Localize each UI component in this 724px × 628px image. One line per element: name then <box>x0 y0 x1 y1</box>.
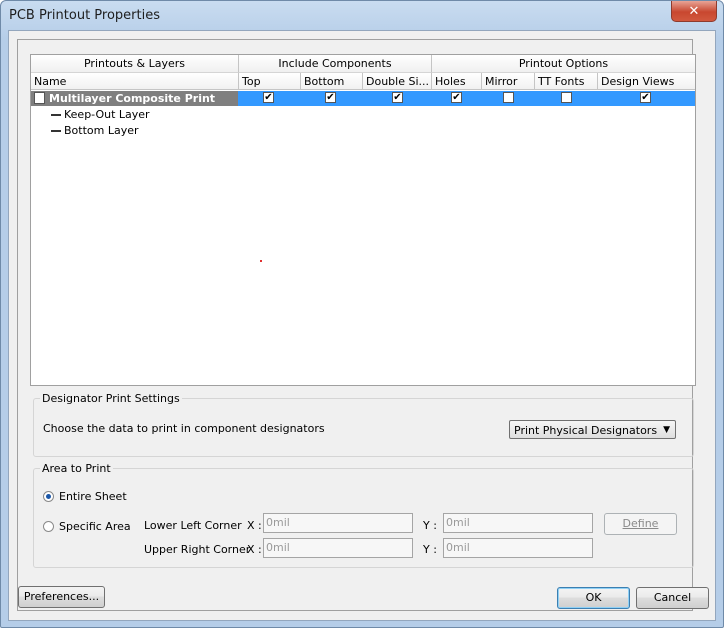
dialog-client: Printouts & Layers Include Components Pr… <box>8 30 716 621</box>
check-tt-fonts[interactable] <box>561 92 572 103</box>
printout-name-cell[interactable]: Multilayer Composite Print <box>31 91 238 106</box>
close-button[interactable]: ✕ <box>671 1 717 22</box>
lower-left-x-input[interactable]: 0mil <box>263 513 413 533</box>
upper-right-y-input[interactable]: 0mil <box>443 538 593 558</box>
upper-right-y-label: Y : <box>423 543 437 556</box>
col-name[interactable]: Name <box>31 73 239 90</box>
col-double-sided[interactable]: Double Si... <box>363 73 432 90</box>
printout-grid: Printouts & Layers Include Components Pr… <box>30 54 696 386</box>
specific-area-radio[interactable] <box>43 521 54 532</box>
title-bar: PCB Printout Properties ✕ <box>1 1 723 31</box>
check-bottom[interactable]: ✔ <box>325 92 336 103</box>
col-tt-fonts[interactable]: TT Fonts <box>535 73 598 90</box>
col-holes[interactable]: Holes <box>432 73 482 90</box>
document-icon <box>34 92 45 104</box>
define-button[interactable]: Define <box>604 513 677 535</box>
upper-right-label: Upper Right Corner <box>144 543 251 556</box>
layer-line-icon <box>51 130 61 132</box>
upper-right-x-input[interactable]: 0mil <box>263 538 413 558</box>
area-to-print-group: Area to Print Entire Sheet Specific Area… <box>33 462 694 568</box>
col-bottom[interactable]: Bottom <box>301 73 363 90</box>
header-printouts-layers: Printouts & Layers <box>31 55 239 73</box>
header-include-components: Include Components <box>239 55 432 73</box>
preferences-button[interactable]: Preferences... <box>18 586 105 608</box>
designator-dropdown[interactable]: Print Physical Designators ▼ <box>509 420 676 439</box>
check-design-views[interactable]: ✔ <box>640 92 651 103</box>
entire-sheet-label[interactable]: Entire Sheet <box>59 490 127 503</box>
ok-button[interactable]: OK <box>557 587 630 609</box>
dialog-window: PCB Printout Properties ✕ Printouts & La… <box>0 0 724 628</box>
cancel-button[interactable]: Cancel <box>636 587 709 609</box>
main-panel: Printouts & Layers Include Components Pr… <box>17 39 696 611</box>
specific-area-label[interactable]: Specific Area <box>59 520 131 533</box>
check-double-sided[interactable]: ✔ <box>392 92 403 103</box>
define-label: Define <box>622 517 659 530</box>
check-mirror[interactable] <box>503 92 514 103</box>
col-design-views[interactable]: Design Views <box>598 73 695 90</box>
check-holes[interactable]: ✔ <box>451 92 462 103</box>
designator-selected: Print Physical Designators <box>514 424 658 437</box>
lower-left-x-label: X : <box>247 519 262 532</box>
window-title: PCB Printout Properties <box>9 8 160 23</box>
designator-group-title: Designator Print Settings <box>40 392 182 405</box>
stray-dot <box>260 260 262 262</box>
designator-label: Choose the data to print in component de… <box>43 422 325 435</box>
lower-left-y-label: Y : <box>423 519 437 532</box>
layer-item[interactable]: Bottom Layer <box>51 123 139 138</box>
chevron-down-icon: ▼ <box>663 425 670 435</box>
printout-name: Multilayer Composite Print <box>49 92 216 105</box>
printout-row[interactable]: Multilayer Composite Print ✔ ✔ ✔ ✔ ✔ <box>31 91 695 106</box>
close-icon: ✕ <box>688 3 700 19</box>
entire-sheet-radio[interactable] <box>43 491 54 502</box>
upper-right-x-label: X : <box>247 543 262 556</box>
layer-label: Bottom Layer <box>64 124 139 137</box>
designator-settings-group: Designator Print Settings Choose the dat… <box>33 392 694 457</box>
lower-left-y-input[interactable]: 0mil <box>443 513 593 533</box>
layer-line-icon <box>51 114 61 116</box>
lower-left-label: Lower Left Corner <box>144 519 242 532</box>
check-top[interactable]: ✔ <box>263 92 274 103</box>
area-group-title: Area to Print <box>40 462 113 475</box>
header-printout-options: Printout Options <box>432 55 695 73</box>
layer-label: Keep-Out Layer <box>64 108 150 121</box>
layer-item[interactable]: Keep-Out Layer <box>51 107 150 122</box>
col-top[interactable]: Top <box>239 73 301 90</box>
col-mirror[interactable]: Mirror <box>482 73 535 90</box>
